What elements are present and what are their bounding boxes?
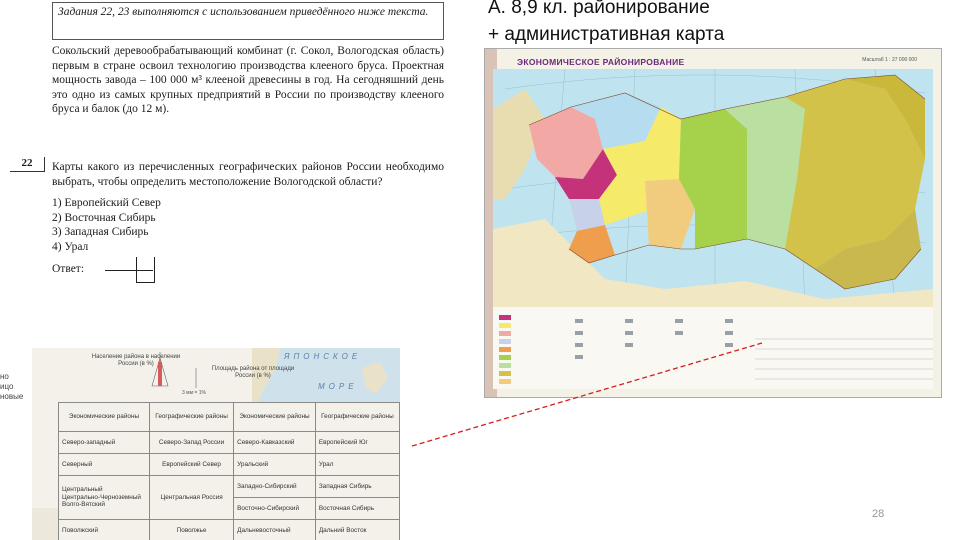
- table-row: Северный Европейский Север Уральский Ура…: [58, 453, 400, 476]
- table-cell: Уральский: [233, 453, 316, 476]
- table-cell: Дальний Восток: [314, 519, 400, 540]
- answer-box: [136, 257, 155, 283]
- table-row: Северо-западный Северо-Запад России Севе…: [58, 431, 400, 454]
- question-text: Карты какого из перечисленных географиче…: [52, 161, 444, 188]
- answer-options: 1) Европейский Север 2) Восточная Сибирь…: [52, 196, 161, 254]
- sea-label-1: ЯПОНСКОЕ: [284, 352, 362, 361]
- page-number: 28: [872, 508, 885, 520]
- option-2: 2) Восточная Сибирь: [52, 211, 156, 224]
- economic-regions-map: ЭКОНОМИЧЕСКОЕ РАЙОНИРОВАНИЕ Масштаб 1 : …: [484, 48, 942, 398]
- scale-note: 3 мм = 1%: [182, 390, 206, 396]
- table-header: Географические районы: [148, 402, 235, 432]
- sea-label-2: МОРЕ: [318, 382, 358, 391]
- map-title: ЭКОНОМИЧЕСКОЕ РАЙОНИРОВАНИЕ: [517, 57, 685, 67]
- table-cell: Северо-Запад России: [148, 431, 235, 454]
- heading-line-1: А. 8,9 кл. районирование: [488, 0, 710, 18]
- table-cell: Западно-Сибирский: [233, 475, 316, 498]
- table-cell: Поволжье: [148, 519, 235, 540]
- population-legend: Население района в населении России (в %…: [91, 354, 181, 367]
- table-cell: Северо-Кавказский: [233, 431, 316, 454]
- option-1: 1) Европейский Север: [52, 197, 161, 209]
- task-paragraph: Сокольский деревообрабатывающий комбинат…: [52, 45, 444, 115]
- question-number: 22: [10, 157, 45, 172]
- textbook-scan: Население района в населении России (в %…: [32, 348, 400, 540]
- side-text-3: новые: [0, 392, 24, 401]
- table-cell: Европейский Юг: [314, 431, 400, 454]
- answer-label: Ответ:: [52, 263, 85, 275]
- heading-line-2: + административная карта: [488, 24, 725, 45]
- map-scale: Масштаб 1 : 27 000 000: [862, 57, 917, 63]
- table-header: Географические районы: [314, 402, 400, 432]
- option-3: 3) Западная Сибирь: [52, 226, 149, 238]
- map-graphic: [485, 49, 941, 397]
- cut-side-text: но ицо новые: [0, 372, 23, 402]
- table-cell: Северо-западный: [58, 431, 150, 454]
- side-text-2: ицо: [0, 382, 14, 391]
- table-header: Экономические районы: [233, 402, 316, 432]
- area-legend: Площадь района от площади России (в %): [211, 366, 295, 379]
- table-cell: Восточно-Сибирский: [233, 497, 316, 520]
- table-cell: Поволжский: [58, 519, 150, 540]
- table-cell: Европейский Север: [148, 453, 235, 476]
- table-row: Центральный Центрально-Черноземный Волго…: [58, 475, 400, 520]
- table-cell: Дальневосточный: [233, 519, 316, 540]
- regions-comparison-table: Экономические районы Географические райо…: [58, 402, 400, 540]
- table-cell: Центральный Центрально-Черноземный Волго…: [58, 475, 150, 520]
- table-cell: Центральная Россия: [148, 475, 235, 520]
- table-cell: Урал: [314, 453, 400, 476]
- table-header-row: Экономические районы Географические райо…: [58, 402, 400, 432]
- table-cell: Восточная Сибирь: [314, 497, 400, 520]
- table-header: Экономические районы: [58, 402, 150, 432]
- table-row: Поволжский Поволжье Дальневосточный Даль…: [58, 519, 400, 540]
- slide-heading: А. 8,9 кл. районирование + административ…: [488, 0, 724, 48]
- side-text-1: но: [0, 372, 9, 381]
- task-intro-box: Задания 22, 23 выполняются с использован…: [52, 2, 444, 40]
- table-cell: Западная Сибирь: [314, 475, 400, 498]
- option-4: 4) Урал: [52, 240, 89, 253]
- table-cell: Северный: [58, 453, 150, 476]
